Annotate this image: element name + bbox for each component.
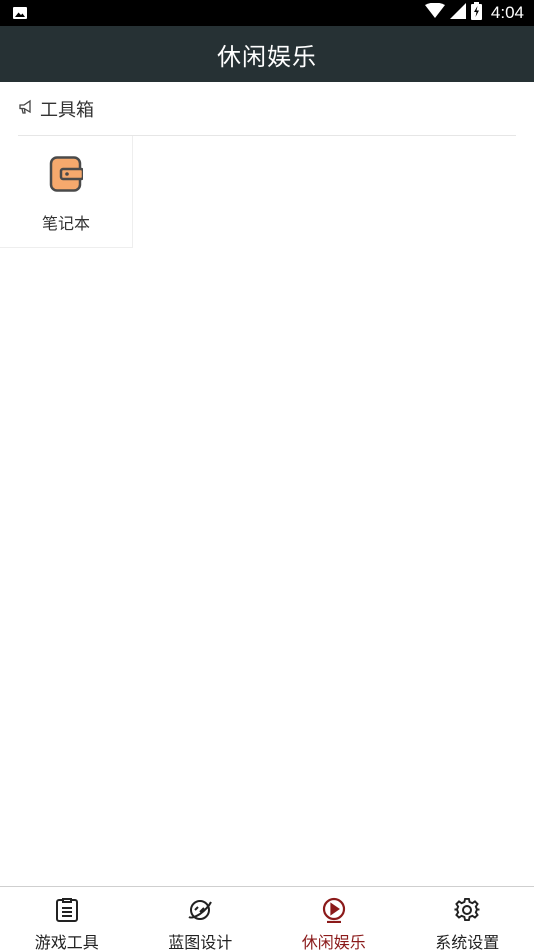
bottom-nav: 游戏工具 蓝图设计 休闲娱乐 系统设置 [0,886,534,950]
status-bar: 4:04 [0,0,534,26]
nav-tab-label: 游戏工具 [34,933,99,950]
notebook-icon [49,156,85,196]
battery-charging-icon [470,2,482,24]
nav-tab-leisure[interactable]: 休闲娱乐 [267,887,401,950]
tool-item-notebook[interactable]: 笔记本 [0,136,133,248]
clipboard-icon [54,897,80,927]
gear-icon [454,897,480,927]
image-notification-icon [12,5,28,25]
nav-tab-label: 休闲娱乐 [301,933,366,950]
nav-tab-label: 系统设置 [435,933,500,950]
app-bar: 休闲娱乐 [0,26,534,82]
tool-item-label: 笔记本 [41,214,90,233]
tool-grid: 笔记本 [0,136,534,248]
page-title: 休闲娱乐 [217,42,317,71]
planet-icon [187,897,213,927]
wifi-icon [424,2,445,23]
nav-tab-blueprint-design[interactable]: 蓝图设计 [134,887,268,950]
nav-tab-system-settings[interactable]: 系统设置 [401,887,534,950]
nav-tab-game-tools[interactable]: 游戏工具 [0,887,134,950]
nav-tab-label: 蓝图设计 [168,933,233,950]
cellular-signal-icon [449,3,466,23]
section-title: 工具箱 [40,100,94,121]
megaphone-icon [18,99,34,119]
section-header: 工具箱 [0,82,534,136]
status-time: 4:04 [490,3,524,22]
play-icon [321,897,347,927]
